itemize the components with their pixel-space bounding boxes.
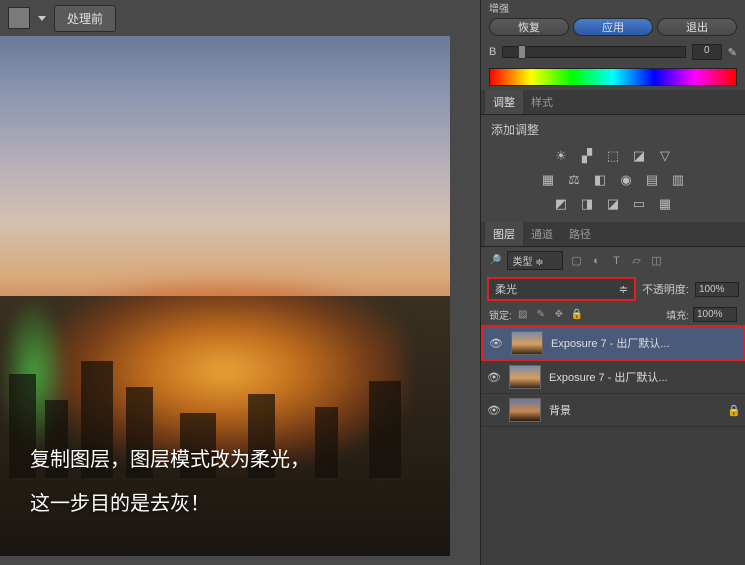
- blend-mode-row: 柔光 ≑ 不透明度: 100%: [481, 274, 745, 304]
- layer-name[interactable]: Exposure 7 - 出厂默认...: [551, 335, 737, 351]
- selective-color-icon[interactable]: ▦: [655, 196, 675, 212]
- lock-transparent-icon[interactable]: ▨: [516, 308, 530, 322]
- layer-row[interactable]: 👁 Exposure 7 - 出厂默认...: [481, 325, 745, 361]
- filter-text-icon[interactable]: T: [609, 254, 623, 268]
- slider-label: B: [489, 46, 496, 58]
- layers-list: 👁 Exposure 7 - 出厂默认... 👁 Exposure 7 - 出厂…: [481, 325, 745, 565]
- photo-filter-icon[interactable]: ◉: [616, 172, 636, 188]
- layers-tabs: 图层 通道 路径: [481, 222, 745, 247]
- filter-shape-icon[interactable]: ▱: [629, 254, 643, 268]
- add-adjustment-label: 添加调整: [491, 121, 735, 138]
- visibility-toggle-icon[interactable]: 👁: [487, 370, 501, 384]
- instruction-overlay: 复制图层，图层模式改为柔光， 这一步目的是去灰！: [30, 438, 310, 526]
- adjustments-tabs: 调整 样式: [481, 90, 745, 115]
- lock-all-icon[interactable]: 🔒: [570, 308, 584, 322]
- canvas-area: 处理前 复制图层，图层模式改为柔光， 这一步目的是去灰！: [0, 0, 480, 565]
- hue-icon[interactable]: ▦: [538, 172, 558, 188]
- curves-icon[interactable]: ⬚: [603, 148, 623, 164]
- channel-mixer-icon[interactable]: ▤: [642, 172, 662, 188]
- layer-thumbnail[interactable]: [511, 331, 543, 355]
- eyedropper-icon[interactable]: ✎: [728, 46, 737, 59]
- tab-style[interactable]: 样式: [523, 90, 561, 114]
- b-slider[interactable]: [502, 46, 685, 58]
- layer-thumbnail[interactable]: [509, 365, 541, 389]
- posterize-icon[interactable]: ◨: [577, 196, 597, 212]
- chevron-updown-icon: ≑: [619, 283, 628, 296]
- layer-name[interactable]: 背景: [549, 402, 719, 418]
- instruction-line-1: 复制图层，图层模式改为柔光，: [30, 438, 310, 482]
- visibility-toggle-icon[interactable]: 👁: [487, 403, 501, 417]
- color-spectrum[interactable]: [489, 68, 737, 86]
- lock-row: 锁定: ▨ ✎ ✥ 🔒 填充: 100%: [481, 304, 745, 325]
- lock-position-icon[interactable]: ✥: [552, 308, 566, 322]
- exposure-icon[interactable]: ◪: [629, 148, 649, 164]
- layer-row[interactable]: 👁 Exposure 7 - 出厂默认...: [481, 361, 745, 394]
- filter-adjust-icon[interactable]: ◐: [589, 254, 603, 268]
- filter-smart-icon[interactable]: ◫: [649, 254, 663, 268]
- brightness-icon[interactable]: ☀: [551, 148, 571, 164]
- tab-adjust[interactable]: 调整: [485, 90, 523, 114]
- exit-button[interactable]: 退出: [657, 18, 737, 36]
- blend-mode-select[interactable]: 柔光 ≑: [487, 277, 636, 301]
- blend-mode-value: 柔光: [495, 281, 517, 297]
- b-value-input[interactable]: 0: [692, 44, 722, 60]
- invert-icon[interactable]: ◩: [551, 196, 571, 212]
- before-button[interactable]: 处理前: [54, 5, 116, 32]
- adjustment-icons-row-2: ▦ ⚖ ◧ ◉ ▤ ▥: [491, 168, 735, 192]
- sky-gradient: [0, 36, 450, 322]
- restore-button[interactable]: 恢复: [489, 18, 569, 36]
- layer-name[interactable]: Exposure 7 - 出厂默认...: [549, 369, 739, 385]
- adjustment-icons-row-3: ◩ ◨ ◪ ▭ ▦: [491, 192, 735, 216]
- balance-icon[interactable]: ⚖: [564, 172, 584, 188]
- fill-label: 填充:: [666, 307, 689, 322]
- bw-icon[interactable]: ◧: [590, 172, 610, 188]
- fill-input[interactable]: 100%: [693, 307, 737, 322]
- tab-channels[interactable]: 通道: [523, 222, 561, 246]
- threshold-icon[interactable]: ◪: [603, 196, 623, 212]
- chevron-down-icon: ≑: [535, 257, 543, 268]
- gradient-map-icon[interactable]: ▭: [629, 196, 649, 212]
- panels-sidebar: 增强 恢复 应用 退出 B 0 ✎ 调整 样式 添加调整 ☀ ▞ ⬚ ◪ ▽ ▦…: [480, 0, 745, 565]
- levels-icon[interactable]: ▞: [577, 148, 597, 164]
- visibility-toggle-icon[interactable]: 👁: [489, 336, 503, 350]
- filter-type-select[interactable]: 类型 ≑: [507, 251, 563, 270]
- top-toolbar: 处理前: [0, 0, 480, 36]
- lock-icon: 🔒: [727, 404, 739, 417]
- tab-paths[interactable]: 路径: [561, 222, 599, 246]
- lock-label: 锁定:: [489, 307, 512, 322]
- swatch-dropdown-icon[interactable]: [38, 16, 46, 21]
- layer-thumbnail[interactable]: [509, 398, 541, 422]
- filter-pixel-icon[interactable]: ▢: [569, 254, 583, 268]
- layer-filter-row: 🔎 类型 ≑ ▢ ◐ T ▱ ◫: [481, 247, 745, 274]
- b-slider-row: B 0 ✎: [481, 40, 745, 64]
- panel-header-label: 增强: [481, 0, 745, 14]
- apply-button[interactable]: 应用: [573, 18, 653, 36]
- image-canvas[interactable]: 复制图层，图层模式改为柔光， 这一步目的是去灰！: [0, 36, 450, 556]
- tab-layers[interactable]: 图层: [485, 222, 523, 246]
- adjustment-icons-row-1: ☀ ▞ ⬚ ◪ ▽: [491, 144, 735, 168]
- search-icon[interactable]: 🔎: [489, 255, 501, 266]
- opacity-input[interactable]: 100%: [695, 282, 739, 297]
- color-swatch[interactable]: [8, 7, 30, 29]
- action-button-row: 恢复 应用 退出: [481, 14, 745, 40]
- lock-pixels-icon[interactable]: ✎: [534, 308, 548, 322]
- adjustments-panel: 添加调整 ☀ ▞ ⬚ ◪ ▽ ▦ ⚖ ◧ ◉ ▤ ▥ ◩ ◨ ◪ ▭ ▦: [481, 115, 745, 222]
- filter-icons: ▢ ◐ T ▱ ◫: [569, 254, 663, 268]
- slider-thumb[interactable]: [518, 45, 526, 59]
- lookup-icon[interactable]: ▥: [668, 172, 688, 188]
- instruction-line-2: 这一步目的是去灰！: [30, 482, 310, 526]
- layer-row[interactable]: 👁 背景 🔒: [481, 394, 745, 427]
- vibrance-icon[interactable]: ▽: [655, 148, 675, 164]
- opacity-label: 不透明度:: [642, 281, 689, 297]
